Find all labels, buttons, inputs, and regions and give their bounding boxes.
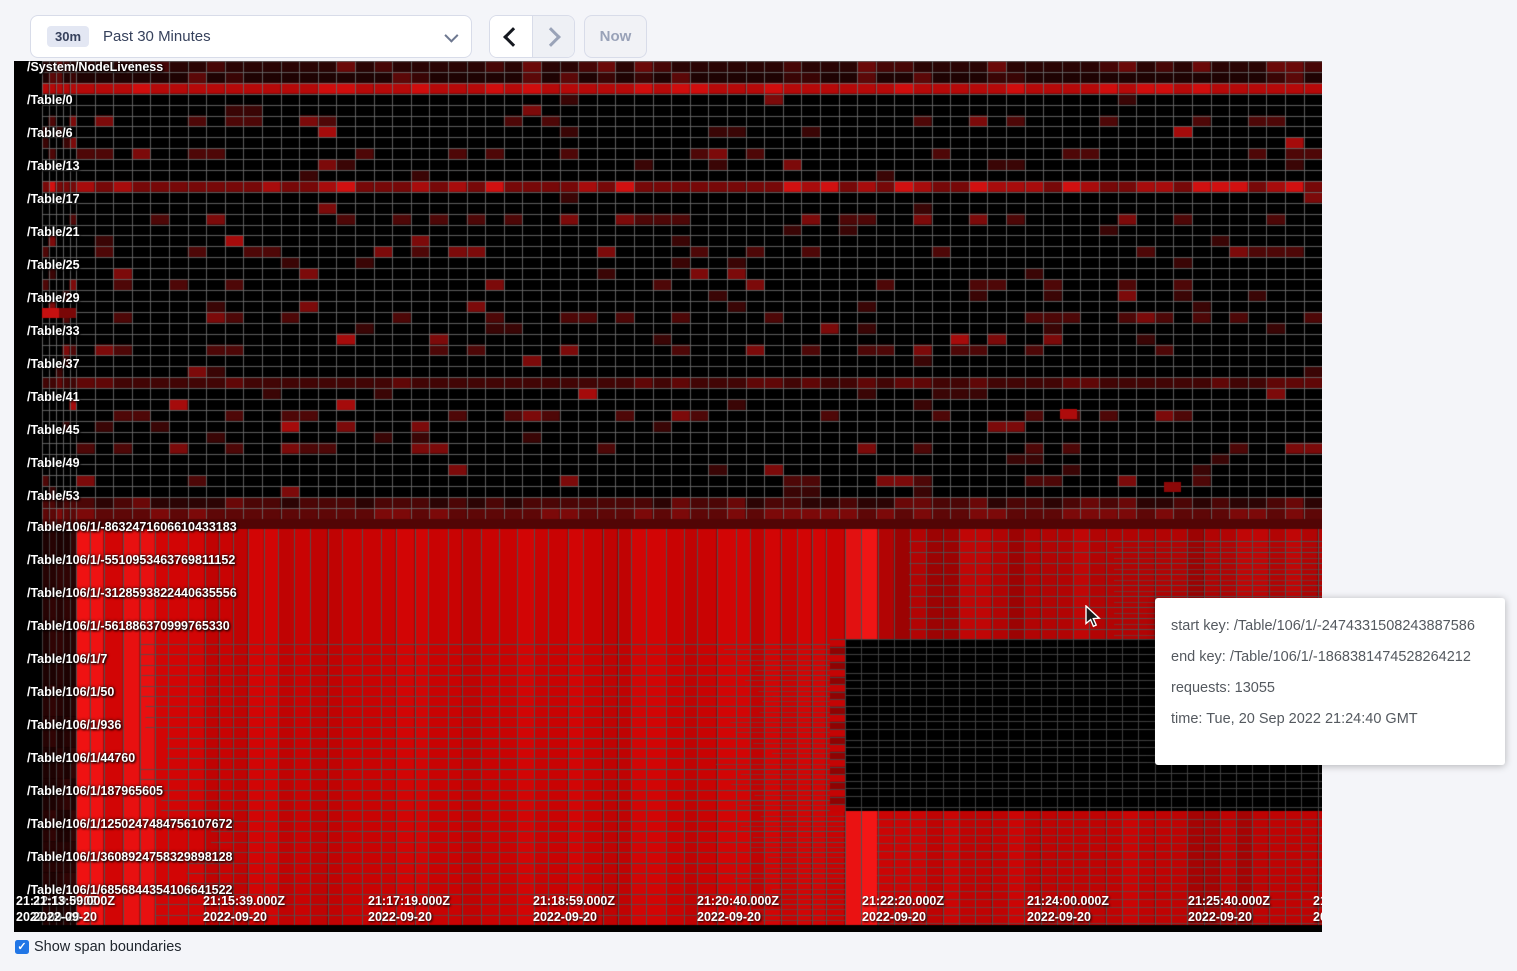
now-button[interactable]: Now (584, 15, 647, 58)
chevron-right-icon (541, 27, 561, 47)
prev-timeframe-button[interactable] (490, 16, 532, 57)
span-boundaries-checkbox[interactable]: ✓ (15, 940, 29, 954)
timeframe-dropdown[interactable]: 30m Past 30 Minutes (30, 15, 472, 58)
next-timeframe-button[interactable] (532, 16, 575, 57)
tooltip-end-key: end key: /Table/106/1/-18683814745282642… (1171, 649, 1505, 665)
chevron-down-icon (444, 28, 458, 42)
span-boundaries-label[interactable]: Show span boundaries (34, 939, 182, 955)
span-tooltip: start key: /Table/106/1/-247433150824388… (1155, 598, 1505, 765)
heatmap-canvas[interactable] (14, 61, 1322, 932)
chevron-left-icon (503, 27, 523, 47)
tooltip-time: time: Tue, 20 Sep 2022 21:24:40 GMT (1171, 711, 1505, 727)
timeframe-badge: 30m (47, 26, 89, 47)
key-visualizer-heatmap[interactable]: /System/NodeLiveness/Table/0/Table/6/Tab… (14, 61, 1322, 932)
timeframe-label: Past 30 Minutes (103, 28, 211, 45)
footer: ✓ Show span boundaries (15, 939, 182, 955)
tooltip-start-key: start key: /Table/106/1/-247433150824388… (1171, 618, 1505, 634)
tooltip-requests: requests: 13055 (1171, 680, 1505, 696)
time-nav-group (489, 15, 575, 58)
